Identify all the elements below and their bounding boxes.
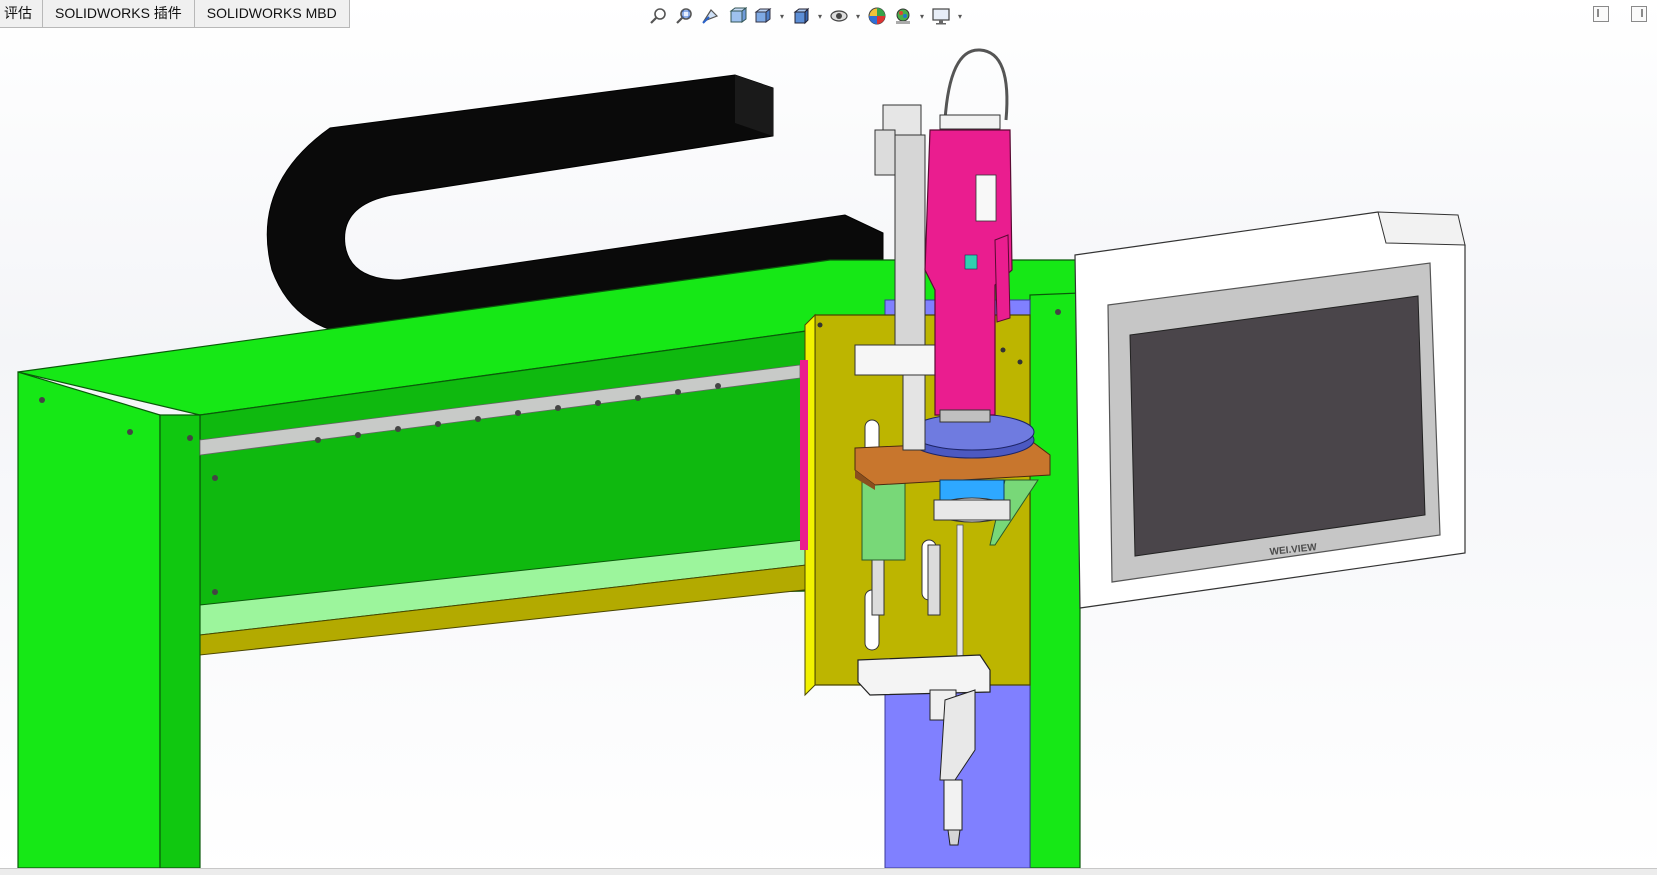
hmi-monitor[interactable]: WEI.VIEW xyxy=(1074,211,1466,609)
tab-solidworks-mbd[interactable]: SOLIDWORKS MBD xyxy=(194,0,350,28)
tab-evaluate[interactable]: 评估 xyxy=(0,0,43,28)
chevron-down-icon[interactable]: ▾ xyxy=(956,12,964,21)
graphics-viewport[interactable]: 评估 SOLIDWORKS 插件 SOLIDWORKS MBD ▾ ▾ ▾ ▾ … xyxy=(0,0,1657,875)
edit-appearance-icon[interactable] xyxy=(866,5,888,27)
viewport-window-controls xyxy=(1593,6,1647,22)
cad-model-viewport: WEI.VIEW xyxy=(17,48,1466,869)
hide-show-items-icon[interactable] xyxy=(828,5,850,27)
chevron-down-icon[interactable]: ▾ xyxy=(854,12,862,21)
apply-scene-icon[interactable] xyxy=(892,5,914,27)
view-settings-icon[interactable] xyxy=(930,5,952,27)
previous-view-icon[interactable] xyxy=(700,5,722,27)
chevron-down-icon[interactable]: ▾ xyxy=(778,12,786,21)
display-style-icon[interactable] xyxy=(790,5,812,27)
collapse-right-icon[interactable] xyxy=(1631,6,1647,22)
chevron-down-icon[interactable]: ▾ xyxy=(816,12,824,21)
command-manager-tabs: 评估 SOLIDWORKS 插件 SOLIDWORKS MBD xyxy=(0,0,350,28)
zoom-to-area-icon[interactable] xyxy=(674,5,696,27)
section-view-icon[interactable] xyxy=(726,5,748,27)
tab-solidworks-addins[interactable]: SOLIDWORKS 插件 xyxy=(43,0,195,28)
collapse-left-icon[interactable] xyxy=(1593,6,1609,22)
heads-up-view-toolbar: ▾ ▾ ▾ ▾ ▾ xyxy=(648,4,964,28)
view-orientation-icon[interactable] xyxy=(752,5,774,27)
zoom-to-fit-icon[interactable] xyxy=(648,5,670,27)
chevron-down-icon[interactable]: ▾ xyxy=(918,12,926,21)
